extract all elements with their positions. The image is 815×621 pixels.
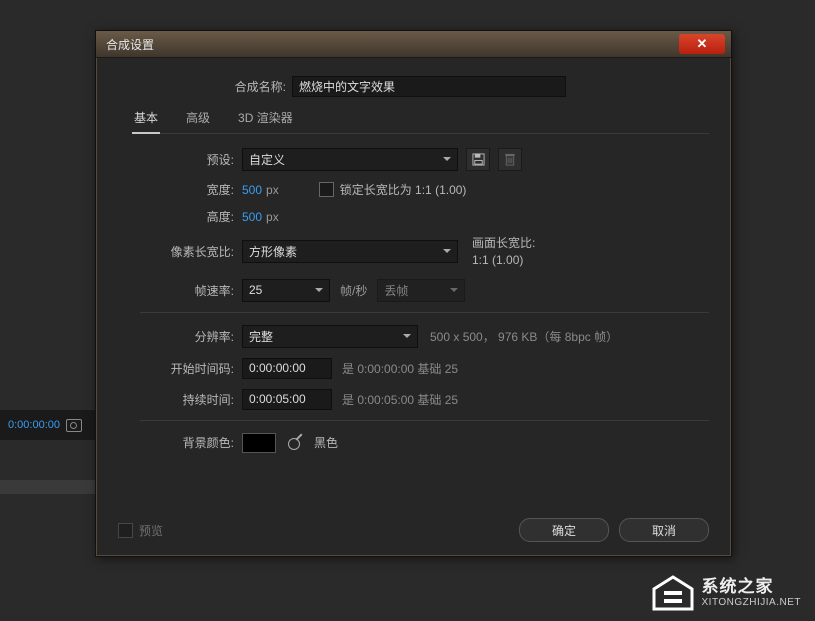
duration-info: 是 0:00:05:00 基础 25 <box>342 391 458 408</box>
bgcolor-name: 黑色 <box>314 434 338 451</box>
tabs: 基本 高级 3D 渲染器 <box>132 107 709 134</box>
eyedropper-icon[interactable] <box>286 434 304 452</box>
fps-select[interactable]: 25 <box>242 279 330 302</box>
watermark-title: 系统之家 <box>702 577 802 597</box>
par-label: 像素长宽比: <box>154 243 234 260</box>
comp-name-label: 合成名称: <box>118 78 286 95</box>
preview-checkbox <box>118 523 133 538</box>
composition-settings-dialog: 合成设置 ✕ 合成名称: 基本 高级 3D 渲染器 预设: 自定义 <box>95 30 732 557</box>
save-icon <box>472 153 485 166</box>
width-unit: px <box>266 183 279 197</box>
fps-label: 帧速率: <box>154 282 234 299</box>
dropframe-value: 丢帧 <box>384 282 408 299</box>
dropframe-select: 丢帧 <box>377 279 465 302</box>
height-label: 高度: <box>154 208 234 225</box>
tab-basic[interactable]: 基本 <box>132 107 160 134</box>
fps-value: 25 <box>249 283 262 297</box>
resolution-info: 500 x 500， 976 KB（每 8bpc 帧） <box>430 328 618 345</box>
separator <box>140 312 709 313</box>
delete-preset-button[interactable] <box>498 148 522 171</box>
trash-icon <box>504 153 516 166</box>
preset-label: 预设: <box>154 151 234 168</box>
snapshot-icon[interactable] <box>66 419 82 432</box>
duration-input[interactable] <box>242 389 332 410</box>
preview-label: 预览 <box>139 522 163 539</box>
width-label: 宽度: <box>154 181 234 198</box>
separator <box>140 420 709 421</box>
tab-advanced[interactable]: 高级 <box>184 107 212 133</box>
width-value[interactable]: 500 <box>242 183 262 197</box>
timeline-timecode[interactable]: 0:00:00:00 <box>8 419 60 431</box>
duration-label: 持续时间: <box>154 391 234 408</box>
bgcolor-swatch[interactable] <box>242 433 276 453</box>
tab-3d-renderer[interactable]: 3D 渲染器 <box>236 107 295 133</box>
start-tc-input[interactable] <box>242 358 332 379</box>
resolution-select[interactable]: 完整 <box>242 325 418 348</box>
watermark: 系统之家 XITONGZHIJIA.NET <box>652 575 802 611</box>
resolution-value: 完整 <box>249 328 273 345</box>
dialog-title: 合成设置 <box>106 36 154 53</box>
dialog-titlebar[interactable]: 合成设置 ✕ <box>96 31 731 58</box>
frame-aspect-info: 画面长宽比: 1:1 (1.00) <box>472 235 535 269</box>
height-value[interactable]: 500 <box>242 210 262 224</box>
frame-aspect-value: 1:1 (1.00) <box>472 252 535 269</box>
height-unit: px <box>266 210 279 224</box>
close-icon: ✕ <box>697 36 708 52</box>
preview-area: 预览 <box>118 522 163 539</box>
preset-value: 自定义 <box>249 151 285 168</box>
start-tc-info: 是 0:00:00:00 基础 25 <box>342 360 458 377</box>
bgcolor-label: 背景颜色: <box>154 434 234 451</box>
frame-aspect-label: 画面长宽比: <box>472 235 535 252</box>
start-tc-label: 开始时间码: <box>154 360 234 377</box>
lock-aspect-label: 锁定长宽比为 1:1 (1.00) <box>340 181 467 198</box>
ok-button[interactable]: 确定 <box>519 518 609 542</box>
fps-unit: 帧/秒 <box>340 282 367 299</box>
lock-aspect-checkbox[interactable] <box>319 182 334 197</box>
cancel-button[interactable]: 取消 <box>619 518 709 542</box>
save-preset-button[interactable] <box>466 148 490 171</box>
preset-select[interactable]: 自定义 <box>242 148 458 171</box>
par-select[interactable]: 方形像素 <box>242 240 458 263</box>
watermark-logo-icon <box>652 575 694 611</box>
resolution-label: 分辨率: <box>154 328 234 345</box>
close-button[interactable]: ✕ <box>679 34 725 54</box>
watermark-url: XITONGZHIJIA.NET <box>702 597 802 609</box>
comp-name-input[interactable] <box>292 76 566 97</box>
par-value: 方形像素 <box>249 243 297 260</box>
